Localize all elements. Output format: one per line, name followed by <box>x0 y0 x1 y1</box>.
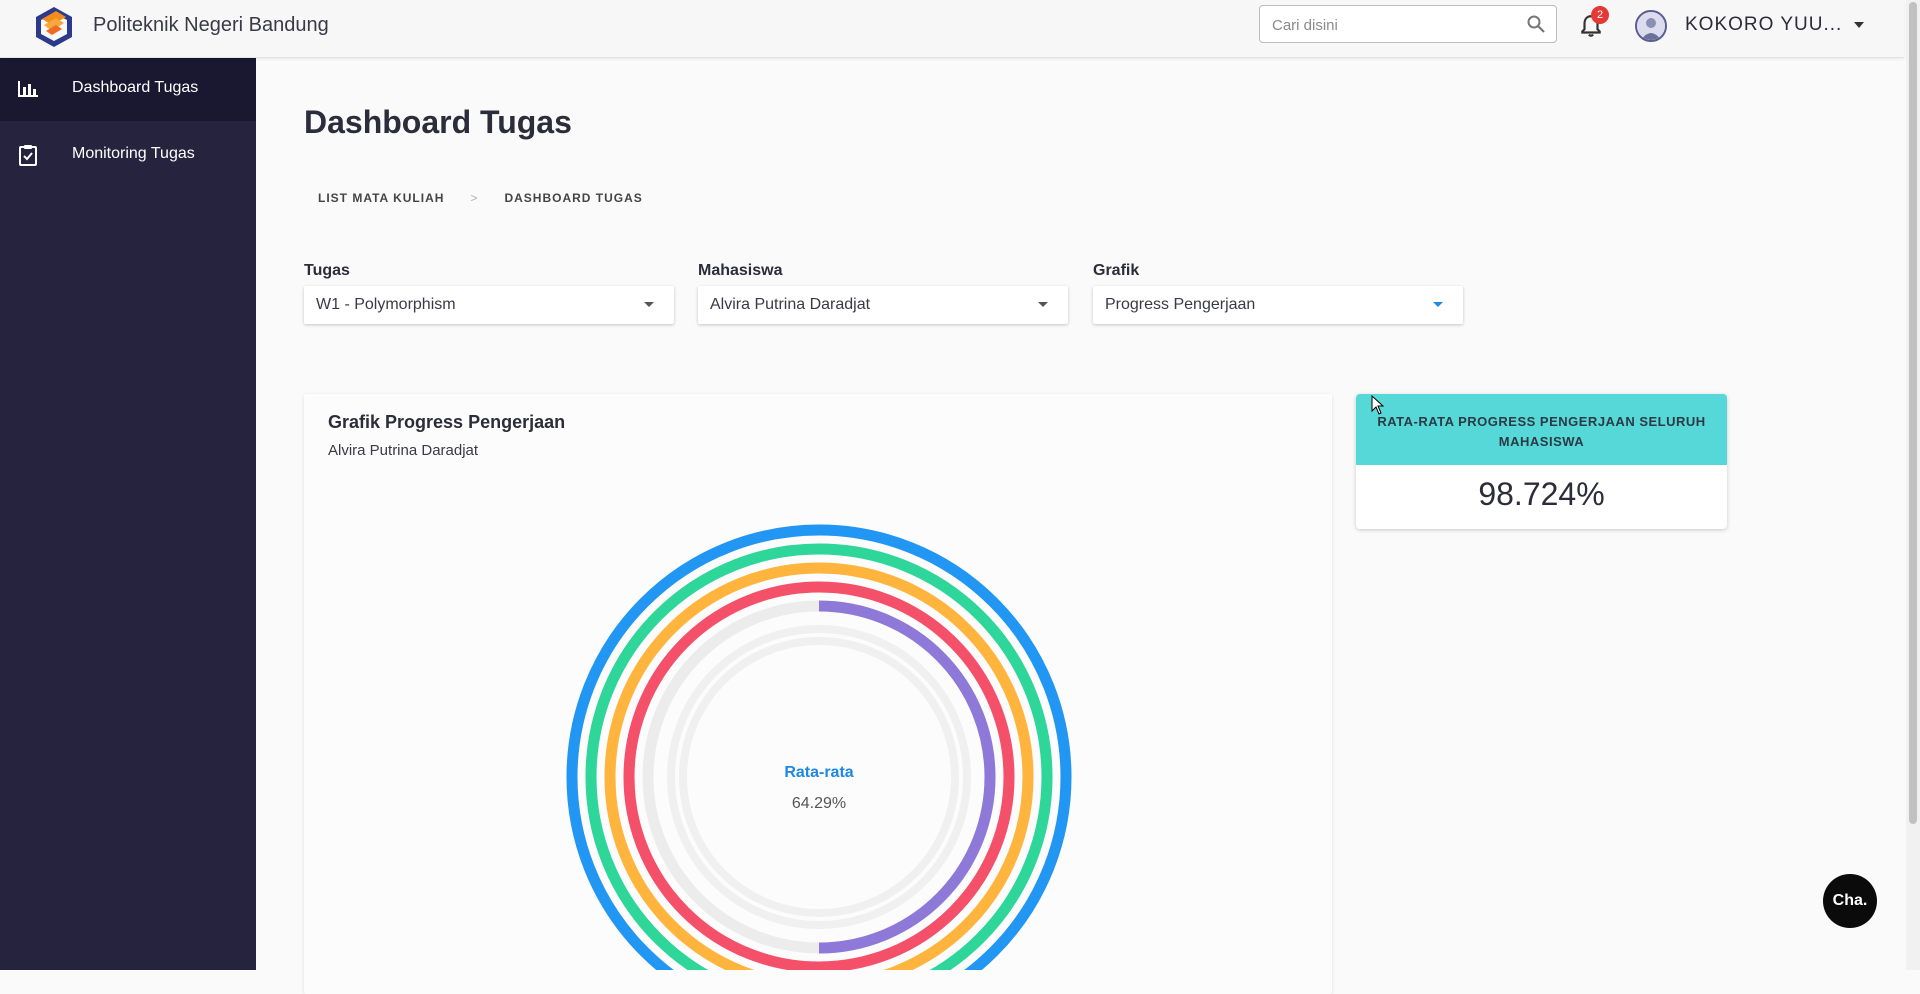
brand-name: Politeknik Negeri Bandung <box>93 14 329 36</box>
avatar-image <box>1637 12 1665 40</box>
scrollbar-thumb[interactable] <box>1909 2 1917 824</box>
grafik-label: Grafik <box>1093 262 1140 279</box>
avatar[interactable] <box>1635 10 1667 42</box>
chart-card: Grafik Progress Pengerjaan Alvira Putrin… <box>304 394 1332 994</box>
sidebar-item-monitoring-tugas[interactable]: Monitoring Tugas <box>0 123 256 187</box>
top-bar: Politeknik Negeri Bandung 2 KOKORO YUU..… <box>0 0 1904 58</box>
tugas-select-value: W1 - Polymorphism <box>316 296 456 313</box>
chart-center-value: 64.29% <box>792 795 846 812</box>
logo-icon <box>36 7 72 47</box>
chevron-down-icon[interactable] <box>1854 22 1864 28</box>
sidebar-item-dashboard-tugas[interactable]: Dashboard Tugas <box>0 57 256 121</box>
grafik-select-value: Progress Pengerjaan <box>1105 296 1256 313</box>
average-progress-value: 98.724% <box>1478 476 1605 512</box>
search-input[interactable] <box>1270 6 1514 44</box>
tugas-label: Tugas <box>304 262 350 279</box>
breadcrumb-current: DASHBOARD TUGAS <box>504 191 643 205</box>
breadcrumb: LIST MATA KULIAH > DASHBOARD TUGAS <box>318 191 643 205</box>
chat-button[interactable]: Cha. <box>1823 874 1877 928</box>
search-box[interactable] <box>1259 5 1557 44</box>
tugas-select[interactable]: W1 - Polymorphism <box>304 286 674 324</box>
chart-center-label: Rata-rata <box>784 764 853 781</box>
sidebar-item-label: Dashboard Tugas <box>72 79 199 96</box>
caret-down-icon <box>1038 302 1048 307</box>
grafik-select[interactable]: Progress Pengerjaan <box>1093 286 1463 324</box>
user-name[interactable]: KOKORO YUU... <box>1685 14 1842 36</box>
sidebar: Dashboard Tugas Monitoring Tugas <box>0 57 256 970</box>
bar-chart-icon <box>18 81 38 97</box>
mahasiswa-label: Mahasiswa <box>698 262 783 279</box>
search-icon[interactable] <box>1526 14 1546 34</box>
clipboard-check-icon <box>19 145 37 166</box>
mahasiswa-select[interactable]: Alvira Putrina Daradjat <box>698 286 1068 324</box>
caret-down-icon <box>1433 302 1443 307</box>
radial-bar-chart: Rata-rata 64.29% <box>566 524 1072 970</box>
page-title: Dashboard Tugas <box>304 104 572 140</box>
breadcrumb-separator: > <box>470 191 479 205</box>
mahasiswa-select-value: Alvira Putrina Daradjat <box>710 296 871 313</box>
sidebar-item-label: Monitoring Tugas <box>72 145 195 162</box>
average-progress-card: RATA-RATA PROGRESS PENGERJAAN SELURUH MA… <box>1356 394 1727 529</box>
caret-down-icon <box>644 302 654 307</box>
mouse-cursor-icon <box>1371 395 1385 415</box>
notification-badge: 2 <box>1591 6 1609 24</box>
average-progress-title: RATA-RATA PROGRESS PENGERJAAN SELURUH MA… <box>1356 394 1727 465</box>
breadcrumb-link-list-mata-kuliah[interactable]: LIST MATA KULIAH <box>318 191 444 205</box>
